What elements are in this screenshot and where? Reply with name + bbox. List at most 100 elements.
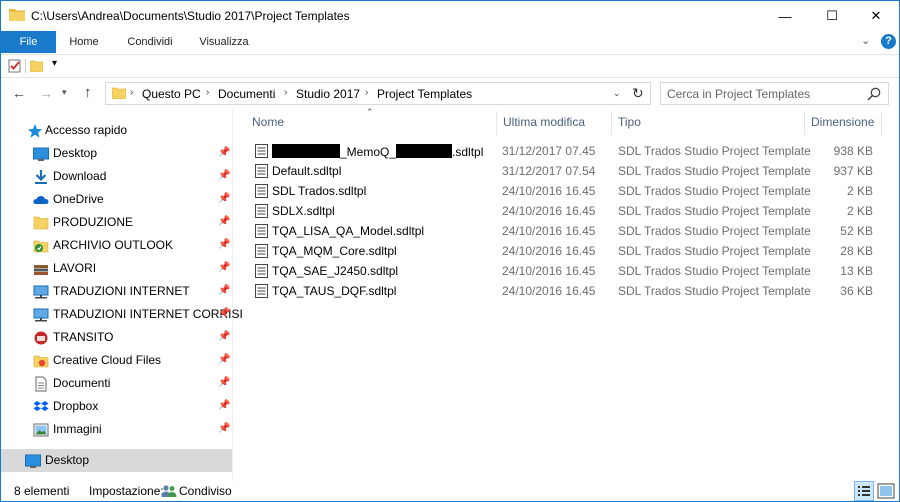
file-list: ⌃ Nome Ultima modifica Tipo Dimensione _… <box>241 107 899 481</box>
column-header-size[interactable]: Dimensione <box>811 115 874 135</box>
sidebar-item-quick-access[interactable]: Accesso rapido <box>1 119 232 142</box>
quick-access-toolbar: ▾ <box>1 54 899 78</box>
navigation-bar: ← → ▾ ↑ › Questo PC › Documenti › Studio… <box>1 79 899 109</box>
sidebar-item-dropbox[interactable]: Dropbox 📌 <box>1 395 232 418</box>
network-folder-icon <box>33 308 49 322</box>
tab-share[interactable]: Condividi <box>119 31 181 53</box>
sidebar-item-lavori[interactable]: LAVORI 📌 <box>1 257 232 280</box>
sidebar-item-download[interactable]: Download 📌 <box>1 165 232 188</box>
pin-icon[interactable]: 📌 <box>218 423 230 434</box>
tab-view[interactable]: Visualizza <box>191 31 257 53</box>
table-row[interactable]: TQA_TAUS_DQF.sdltpl 24/10/2016 16.45 SDL… <box>251 281 881 301</box>
pin-icon[interactable]: 📌 <box>218 377 230 388</box>
file-type: SDL Trados Studio Project Template <box>618 164 811 178</box>
breadcrumb-this-pc[interactable]: Questo PC <box>142 87 201 101</box>
breadcrumb-documents[interactable]: Documenti <box>218 87 275 101</box>
table-row[interactable]: TQA_MQM_Core.sdltpl 24/10/2016 16.45 SDL… <box>251 241 881 261</box>
ribbon-expand-icon[interactable]: ⌄ <box>861 34 870 47</box>
sidebar-item-immagini[interactable]: Immagini 📌 <box>1 418 232 441</box>
download-icon <box>35 170 47 184</box>
search-icon[interactable] <box>866 86 882 102</box>
address-bar[interactable]: › Questo PC › Documenti › Studio 2017 › … <box>105 82 651 105</box>
refresh-icon[interactable]: ↻ <box>632 85 644 102</box>
sidebar-item-creative-cloud-files[interactable]: Creative Cloud Files 📌 <box>1 349 232 372</box>
help-icon[interactable]: ? <box>881 34 896 49</box>
file-modified: 24/10/2016 16.45 <box>502 184 596 198</box>
sidebar-item-label: TRADUZIONI INTERNET CORRISI <box>53 307 243 321</box>
table-row[interactable]: SDL Trados.sdltpl 24/10/2016 16.45 SDL T… <box>251 181 881 201</box>
explorer-window: C:\Users\Andrea\Documents\Studio 2017\Pr… <box>0 0 900 502</box>
breadcrumb-separator-icon[interactable]: › <box>206 87 209 98</box>
back-arrow-icon[interactable]: ← <box>12 85 26 101</box>
table-row[interactable]: SDLX.sdltpl 24/10/2016 16.45 SDL Trados … <box>251 201 881 221</box>
close-button[interactable]: ✕ <box>853 1 899 31</box>
shared-users-icon <box>161 485 177 497</box>
pin-icon[interactable]: 📌 <box>218 193 230 204</box>
search-input[interactable] <box>667 86 857 102</box>
title-bar[interactable]: C:\Users\Andrea\Documents\Studio 2017\Pr… <box>1 1 899 31</box>
customize-toolbar-icon[interactable]: ▾ <box>52 58 57 69</box>
pin-icon[interactable]: 📌 <box>218 216 230 227</box>
up-arrow-icon[interactable]: ↑ <box>84 84 92 101</box>
file-name: _MemoQ_ .sdltpl <box>272 144 483 159</box>
pin-icon[interactable]: 📌 <box>218 331 230 342</box>
minimize-button[interactable]: — <box>762 1 808 31</box>
dropbox-icon <box>33 401 49 411</box>
pin-icon[interactable]: 📌 <box>218 354 230 365</box>
new-folder-icon[interactable] <box>30 60 43 72</box>
sidebar-item-traduzioni-internet-corrisi[interactable]: TRADUZIONI INTERNET CORRISI 📌 <box>1 303 243 326</box>
sidebar-item-desktop-root[interactable]: Desktop <box>1 449 232 472</box>
forward-arrow-icon[interactable]: → <box>39 85 53 101</box>
table-row[interactable]: Default.sdltpl 31/12/2017 07.54 SDL Trad… <box>251 161 881 181</box>
column-divider[interactable] <box>611 111 612 135</box>
table-row[interactable]: TQA_SAE_J2450.sdltpl 24/10/2016 16.45 SD… <box>251 261 881 281</box>
properties-icon[interactable] <box>8 59 22 73</box>
breadcrumb-separator-icon[interactable]: › <box>130 87 133 98</box>
sidebar-item-traduzioni-internet[interactable]: TRADUZIONI INTERNET 📌 <box>1 280 232 303</box>
tab-home[interactable]: Home <box>59 31 109 53</box>
sidebar-item-label: TRANSITO <box>53 330 114 344</box>
file-name: Default.sdltpl <box>272 164 342 178</box>
sidebar-item-transito[interactable]: TRANSITO 📌 <box>1 326 232 349</box>
pin-icon[interactable]: 📌 <box>218 285 230 296</box>
pin-icon[interactable]: 📌 <box>218 239 230 250</box>
sidebar-item-documenti[interactable]: Documenti 📌 <box>1 372 232 395</box>
file-name-part: .sdltpl <box>452 145 484 159</box>
details-view-button[interactable] <box>854 481 874 501</box>
pin-icon[interactable]: 📌 <box>218 170 230 181</box>
breadcrumb-project-templates[interactable]: Project Templates <box>377 87 472 101</box>
column-header-name[interactable]: Nome <box>252 115 284 135</box>
recent-locations-icon[interactable]: ▾ <box>62 87 67 98</box>
file-size: 937 KB <box>833 164 873 178</box>
large-icons-view-icon[interactable] <box>877 483 895 499</box>
search-box[interactable] <box>660 82 889 105</box>
column-header-type[interactable]: Tipo <box>618 115 641 135</box>
table-row[interactable]: _MemoQ_ .sdltpl 31/12/2017 07.45 SDL Trad… <box>251 141 881 161</box>
pin-icon[interactable]: 📌 <box>218 308 230 319</box>
file-type: SDL Trados Studio Project Template <box>618 244 811 258</box>
breadcrumb-separator-icon[interactable]: › <box>284 87 287 98</box>
column-divider[interactable] <box>881 111 882 135</box>
sharing-value: Condiviso <box>179 484 232 498</box>
address-dropdown-icon[interactable]: ⌄ <box>613 88 621 99</box>
column-header-modified[interactable]: Ultima modifica <box>503 115 585 135</box>
sidebar-item-produzione[interactable]: PRODUZIONE 📌 <box>1 211 232 234</box>
table-row[interactable]: TQA_LISA_QA_Model.sdltpl 24/10/2016 16.4… <box>251 221 881 241</box>
sidebar-item-onedrive[interactable]: OneDrive 📌 <box>1 188 232 211</box>
sidebar-item-desktop[interactable]: Desktop 📌 <box>1 142 232 165</box>
file-size: 2 KB <box>846 204 873 218</box>
sort-ascending-icon: ⌃ <box>366 107 374 117</box>
maximize-button[interactable]: ☐ <box>809 1 855 31</box>
sidebar-item-archivio-outlook[interactable]: ARCHIVIO OUTLOOK 📌 <box>1 234 232 257</box>
column-divider[interactable] <box>496 111 497 135</box>
breadcrumb-separator-icon[interactable]: › <box>365 87 368 98</box>
redacted-text <box>272 144 340 158</box>
file-modified: 31/12/2017 07.45 <box>502 144 596 158</box>
pin-icon[interactable]: 📌 <box>218 262 230 273</box>
pin-icon[interactable]: 📌 <box>218 147 230 158</box>
column-divider[interactable] <box>804 111 805 135</box>
pin-icon[interactable]: 📌 <box>218 400 230 411</box>
breadcrumb-studio-2017[interactable]: Studio 2017 <box>296 87 360 101</box>
tab-file[interactable]: File <box>1 31 56 53</box>
ribbon-tabs: File Home Condividi Visualizza ⌄ ? <box>1 31 899 53</box>
